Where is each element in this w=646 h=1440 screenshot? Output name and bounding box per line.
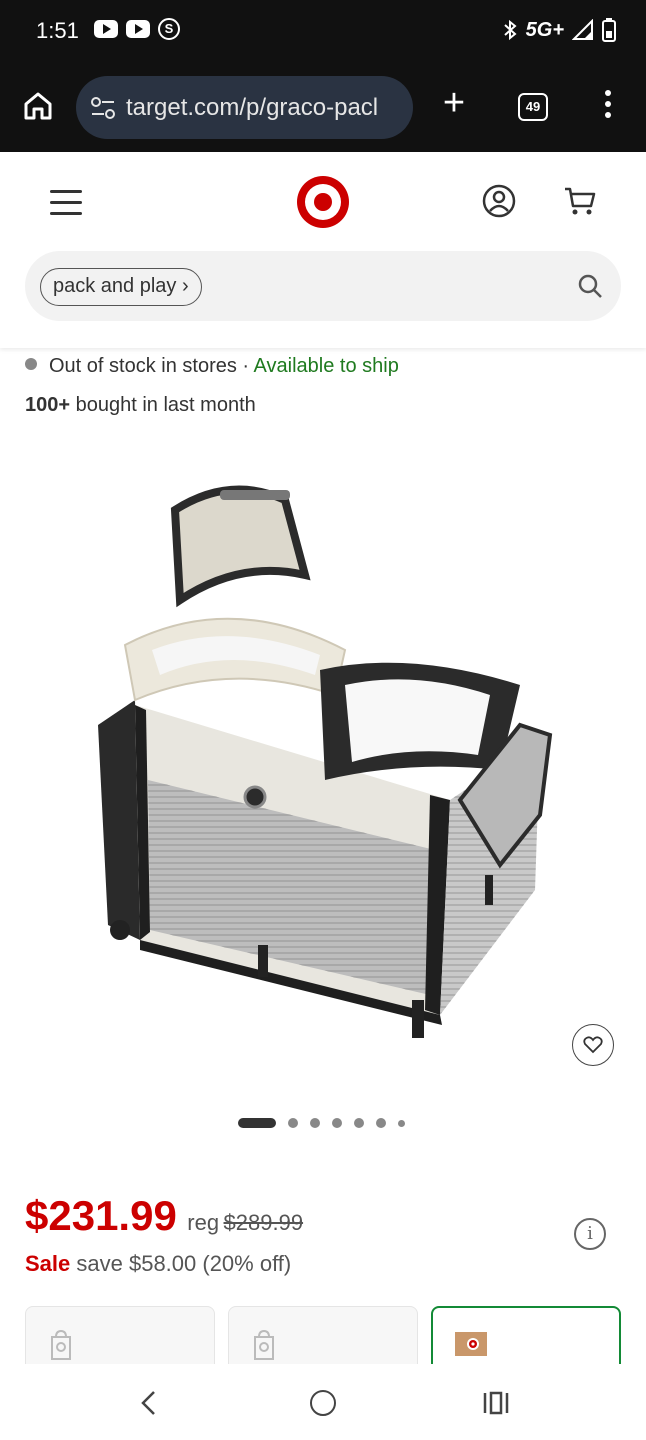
status-bar: 1:51 S 5G+ <box>0 0 646 64</box>
reg-label: reg <box>187 1210 220 1235</box>
regular-price: $289.99 <box>223 1210 304 1235</box>
bought-count: 100+ bought in last month <box>25 394 256 416</box>
carousel-dot[interactable] <box>376 1118 386 1128</box>
carousel-dot[interactable] <box>288 1118 298 1128</box>
price-info-icon[interactable]: i <box>574 1218 606 1250</box>
account-icon[interactable] <box>482 184 516 218</box>
sale-savings: save $58.00 (20% off) <box>76 1251 292 1276</box>
youtube-icon <box>94 20 118 38</box>
signal-icon <box>572 19 593 40</box>
site-header: pack and play › <box>0 152 646 348</box>
site-settings-icon[interactable] <box>90 96 116 120</box>
back-icon[interactable] <box>138 1388 160 1418</box>
more-menu-icon[interactable] <box>598 90 618 124</box>
sale-row: Sale save $58.00 (20% off) <box>25 1251 291 1277</box>
favorite-button[interactable] <box>572 1024 614 1066</box>
stock-status: Out of stock in stores · Available to sh… <box>25 355 399 378</box>
home-nav-icon[interactable] <box>310 1390 336 1416</box>
carousel-dot[interactable] <box>310 1118 320 1128</box>
ship-status-text: Available to ship <box>253 355 399 377</box>
carousel-dot[interactable] <box>332 1118 342 1128</box>
status-time: 1:51 <box>36 18 79 43</box>
url-text: target.com/p/graco-pacl <box>126 94 379 121</box>
system-nav-bar <box>0 1364 646 1440</box>
browser-toolbar: target.com/p/graco-pacl + 49 <box>0 64 646 152</box>
s-app-icon: S <box>158 18 180 40</box>
new-tab-button[interactable]: + <box>438 84 470 122</box>
carousel-dot[interactable] <box>238 1118 276 1128</box>
carousel-dot[interactable] <box>398 1119 405 1127</box>
notification-icons: S <box>94 18 180 40</box>
sale-label: Sale <box>25 1251 71 1276</box>
store-stock-text: Out of stock in stores <box>49 355 237 377</box>
image-carousel-dots[interactable] <box>238 1118 405 1128</box>
pickup-bag-icon <box>51 1329 71 1360</box>
search-chip[interactable]: pack and play › <box>40 268 202 306</box>
network-type: 5G+ <box>525 18 564 41</box>
shipping-box-icon <box>455 1332 487 1356</box>
stock-dot-icon <box>25 358 37 370</box>
price-row: $231.99 reg $289.99 <box>25 1192 303 1240</box>
heart-icon <box>583 1036 603 1054</box>
tab-switcher-button[interactable]: 49 <box>518 93 548 121</box>
battery-icon <box>602 18 616 42</box>
current-price: $231.99 <box>25 1192 177 1239</box>
home-icon[interactable] <box>22 90 54 122</box>
search-bar[interactable]: pack and play › <box>25 251 621 321</box>
url-bar[interactable]: target.com/p/graco-pacl <box>76 76 413 139</box>
bluetooth-icon <box>503 19 517 41</box>
product-image[interactable] <box>80 470 570 1050</box>
carousel-dot[interactable] <box>354 1118 364 1128</box>
recents-icon[interactable] <box>482 1389 510 1417</box>
target-logo[interactable] <box>295 174 351 230</box>
cart-icon[interactable] <box>563 184 597 218</box>
drive-up-bag-icon <box>254 1329 274 1360</box>
search-icon[interactable] <box>577 273 603 299</box>
hamburger-icon[interactable] <box>50 190 82 216</box>
youtube-icon <box>126 20 150 38</box>
system-icons: 5G+ <box>502 18 616 42</box>
